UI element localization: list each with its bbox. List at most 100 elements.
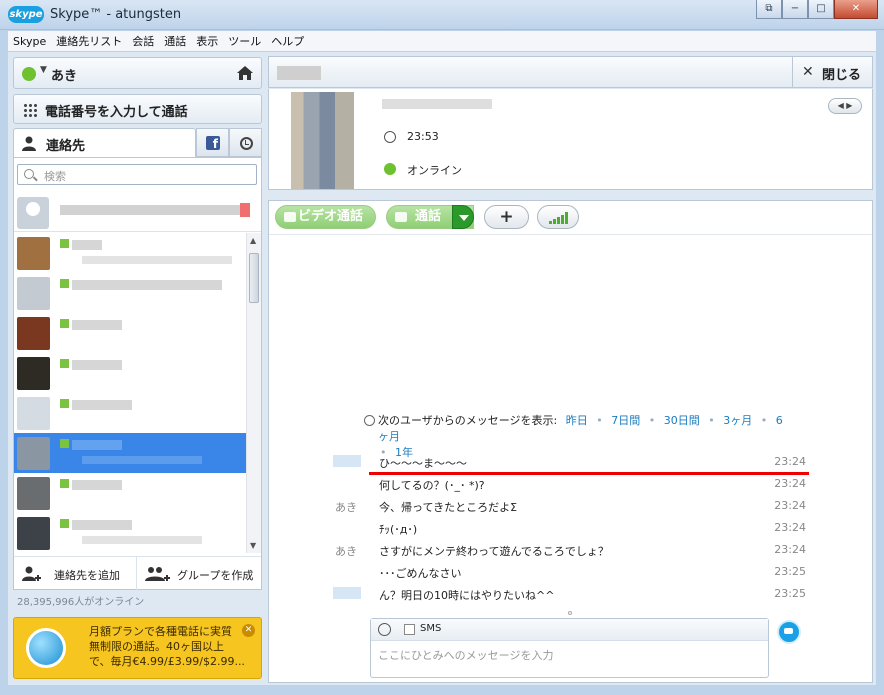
menu-help[interactable]: ヘルプ bbox=[271, 33, 304, 49]
promo-line: 月額プランで各種電話に実質 bbox=[89, 625, 232, 638]
sms-checkbox[interactable] bbox=[404, 624, 415, 635]
person-icon bbox=[22, 136, 36, 151]
list-item[interactable] bbox=[14, 233, 246, 273]
scroll-down-icon[interactable]: ▼ bbox=[250, 541, 256, 550]
list-item-selected[interactable] bbox=[14, 433, 246, 473]
dial-phone-button[interactable]: 電話番号を入力して通話 bbox=[13, 94, 262, 124]
create-group-label: グループを作成 bbox=[177, 569, 254, 582]
tab-contacts-label: 連絡先 bbox=[46, 139, 86, 154]
close-icon[interactable]: ✕ bbox=[242, 624, 255, 637]
contacts-tabs: 連絡先 f bbox=[13, 128, 262, 157]
message-text: 今、帰ってきたところだよΣ bbox=[379, 501, 518, 514]
list-item[interactable] bbox=[14, 513, 246, 553]
contact-actions: 連絡先を追加 グループを作成 bbox=[14, 556, 261, 591]
online-status-icon bbox=[60, 439, 69, 448]
scroll-up-icon[interactable]: ▲ bbox=[250, 236, 256, 245]
history-link-30days[interactable]: 30日間 bbox=[664, 414, 700, 427]
message-time: 23:24 bbox=[774, 455, 806, 468]
message-text: 何してるの？(･_･ *)? bbox=[379, 479, 485, 492]
contacts-list-panel: 検索 ▲ ▼ 連絡先を追加 グループを作成 bbox=[13, 157, 262, 591]
avatar bbox=[17, 237, 50, 270]
menu-call[interactable]: 通話 bbox=[164, 33, 186, 49]
separator-dot: • bbox=[708, 414, 715, 427]
create-group-button[interactable]: グループを作成 bbox=[137, 557, 261, 591]
tab-recent[interactable] bbox=[229, 128, 262, 157]
search-placeholder: 検索 bbox=[44, 170, 66, 183]
redacted-mood bbox=[382, 99, 492, 109]
send-message-button[interactable] bbox=[777, 620, 801, 644]
tab-contacts[interactable]: 連絡先 bbox=[13, 128, 196, 157]
menu-contact-list[interactable]: 連絡先リスト bbox=[56, 33, 122, 49]
emoticon-icon[interactable] bbox=[378, 623, 391, 636]
menu-tools[interactable]: ツール bbox=[228, 33, 261, 49]
list-item[interactable] bbox=[14, 393, 246, 433]
contact-profile: 23:53 オンライン ◀ ▶ bbox=[268, 89, 873, 190]
history-link-3months[interactable]: 3ヶ月 bbox=[723, 414, 752, 427]
redacted-mood bbox=[82, 456, 202, 464]
message-time: 23:24 bbox=[774, 521, 806, 534]
message-text: ひ〜〜〜ま〜〜〜 bbox=[379, 457, 467, 470]
message-time: 23:24 bbox=[774, 543, 806, 556]
home-icon[interactable] bbox=[236, 64, 254, 82]
redacted-name bbox=[60, 205, 240, 215]
menu-bar: Skype 連絡先リスト 会話 通話 表示 ツール ヘルプ bbox=[8, 31, 876, 51]
list-item[interactable] bbox=[14, 273, 246, 313]
history-link-yesterday[interactable]: 昨日 bbox=[566, 414, 588, 427]
redacted-contact-name bbox=[277, 66, 321, 80]
history-link-7days[interactable]: 7日間 bbox=[611, 414, 640, 427]
message-composer[interactable]: SMS ここにひとみへのメッセージを入力 bbox=[370, 618, 769, 678]
redacted-mood bbox=[82, 536, 202, 544]
close-icon: ✕ bbox=[802, 64, 814, 80]
maximize-button[interactable]: □ bbox=[808, 0, 834, 19]
contact-list-scrollbar[interactable]: ▲ ▼ bbox=[246, 233, 261, 553]
promo-banner[interactable]: 月額プランで各種電話に実質 無制限の通話。40ヶ国以上 で、毎月€4.99/£3… bbox=[13, 617, 262, 679]
video-call-label: ビデオ通話 bbox=[298, 209, 364, 224]
message-sender: あき bbox=[335, 501, 357, 514]
avatar bbox=[17, 437, 50, 470]
status-selector[interactable]: ▼ あき bbox=[13, 57, 262, 89]
close-conversation-button[interactable]: ✕ 閉じる bbox=[792, 57, 872, 87]
menu-view[interactable]: 表示 bbox=[196, 33, 218, 49]
message-input[interactable]: ここにひとみへのメッセージを入力 bbox=[378, 647, 553, 663]
redacted-mood bbox=[82, 256, 232, 264]
minimize-button[interactable]: − bbox=[782, 0, 808, 19]
message: ひ〜〜〜ま〜〜〜 23:24 bbox=[269, 451, 872, 475]
window-title: Skype™ - atungsten bbox=[50, 7, 182, 22]
chat-area: ビデオ通話 通話 + 次のユーザからのメッセージを表示: 昨日 • 7日間 • … bbox=[268, 200, 873, 683]
menu-conversation[interactable]: 会話 bbox=[132, 33, 154, 49]
message-sender: あき bbox=[335, 545, 357, 558]
conversation-header: ✕ 閉じる bbox=[268, 56, 873, 88]
video-camera-icon bbox=[284, 212, 296, 222]
left-panel: ▼ あき 電話番号を入力して通話 連絡先 f 検索 ▲ ▼ 連絡先を追加 グルー… bbox=[8, 52, 266, 685]
message: 何してるの？(･_･ *)? 23:24 bbox=[269, 473, 872, 495]
online-status-icon bbox=[384, 163, 396, 175]
avatar bbox=[17, 277, 50, 310]
clock-icon bbox=[364, 415, 375, 426]
history-label: 次のユーザからのメッセージを表示: bbox=[378, 414, 558, 427]
avatar bbox=[17, 517, 50, 550]
self-contact-row[interactable] bbox=[14, 192, 261, 232]
redacted-name bbox=[72, 520, 132, 530]
add-contact-button[interactable]: 連絡先を追加 bbox=[14, 557, 137, 591]
redacted-name bbox=[72, 320, 122, 330]
add-people-button[interactable]: + bbox=[484, 205, 529, 229]
add-group-icon bbox=[145, 567, 170, 581]
list-item[interactable] bbox=[14, 313, 246, 353]
restore-button[interactable]: ⧉ bbox=[756, 0, 782, 19]
search-input[interactable]: 検索 bbox=[17, 164, 257, 185]
close-window-button[interactable]: ✕ bbox=[834, 0, 878, 19]
call-quality-button[interactable] bbox=[537, 205, 579, 229]
list-item[interactable] bbox=[14, 473, 246, 513]
scroll-thumb[interactable] bbox=[249, 253, 259, 303]
video-call-button[interactable]: ビデオ通話 bbox=[275, 205, 376, 229]
online-status-icon bbox=[60, 279, 69, 288]
clock-icon bbox=[384, 131, 396, 143]
profile-nav-arrows[interactable]: ◀ ▶ bbox=[828, 98, 862, 114]
message: あき さすがにメンテ終わって遊んでるころでしょ？ 23:24 bbox=[269, 539, 872, 561]
globe-icon bbox=[26, 628, 66, 668]
redacted-badge bbox=[240, 203, 250, 217]
list-item[interactable] bbox=[14, 353, 246, 393]
tab-facebook[interactable]: f bbox=[196, 128, 229, 157]
dial-phone-label: 電話番号を入力して通話 bbox=[45, 105, 188, 120]
menu-skype[interactable]: Skype bbox=[13, 35, 46, 48]
